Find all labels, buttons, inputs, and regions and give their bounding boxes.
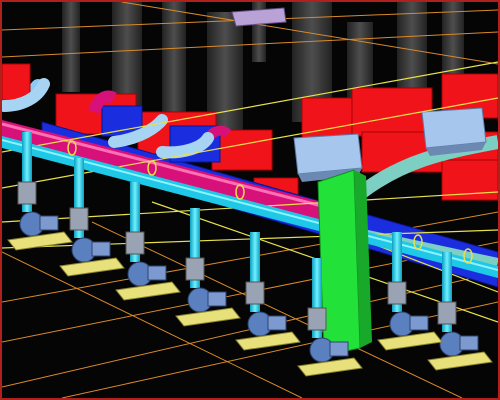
equipment-skid-icon bbox=[59, 257, 125, 277]
equipment-skid-icon bbox=[297, 357, 363, 377]
model-viewport[interactable] bbox=[0, 0, 500, 400]
equipment-skid-icon bbox=[427, 351, 493, 371]
centrifugal-pump-icon bbox=[125, 182, 167, 287]
equipment-skid-icon bbox=[377, 331, 443, 351]
centrifugal-pump-icon bbox=[245, 232, 287, 337]
equipment-skid-icon bbox=[7, 231, 73, 251]
ceiling-unit-icon bbox=[231, 7, 287, 27]
air-handler-box-icon bbox=[421, 107, 487, 156]
equipment-skid-icon bbox=[175, 307, 241, 327]
equipment-skid-icon bbox=[115, 281, 181, 301]
centrifugal-pump-icon bbox=[185, 208, 227, 313]
pipe-model-scene bbox=[2, 2, 498, 398]
